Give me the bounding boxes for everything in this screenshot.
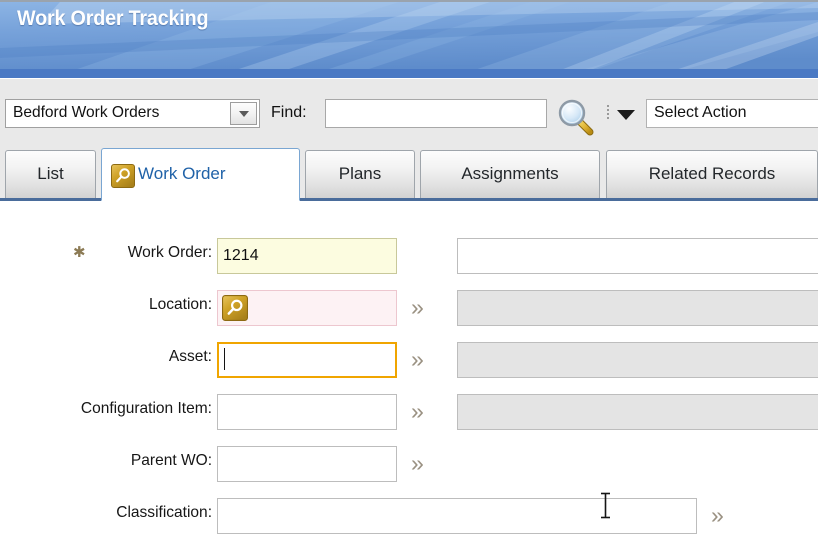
- select-action-label: Select Action: [654, 104, 747, 121]
- find-input[interactable]: [325, 99, 547, 128]
- form-row-classification: Classification: »: [0, 492, 818, 544]
- work-order-description-input[interactable]: [457, 238, 818, 274]
- app-banner: Work Order Tracking: [0, 0, 818, 80]
- field-label: Asset:: [168, 348, 212, 365]
- saved-query-value: Bedford Work Orders: [13, 104, 160, 121]
- magnifier-gold-icon-svg: [111, 164, 135, 188]
- field-label: Location:: [149, 296, 212, 313]
- location-lookup-magnifier-gold-icon[interactable]: [222, 295, 248, 321]
- field-label: Work Order:: [127, 244, 212, 261]
- work-order-input[interactable]: [217, 238, 397, 274]
- location-description-readonly: [457, 290, 818, 326]
- toolbar-separator: [607, 105, 609, 121]
- magnifier-search-icon-svg: [558, 99, 594, 136]
- magnifier-gold-icon: [111, 164, 135, 188]
- classification-input[interactable]: [217, 498, 697, 534]
- select-action-chevron-down-icon[interactable]: [617, 110, 635, 120]
- saved-query-select[interactable]: Bedford Work Orders: [5, 99, 260, 128]
- field-label: Configuration Item:: [80, 400, 212, 417]
- find-label: Find:: [271, 104, 307, 121]
- asset-input[interactable]: [217, 342, 397, 378]
- work-order-form: ✱ Work Order: Location: »: [0, 201, 818, 547]
- tab-plans[interactable]: Plans: [305, 150, 415, 198]
- form-row-configuration-item: Configuration Item: »: [0, 388, 818, 440]
- form-row-parent-wo: Parent WO: »: [0, 440, 818, 492]
- tab-label: Related Records: [648, 164, 776, 183]
- configuration-item-description-readonly: [457, 394, 818, 430]
- chevron-down-icon: [238, 110, 249, 117]
- page-title: Work Order Tracking: [17, 7, 209, 30]
- tab-label: Work Order: [138, 164, 226, 183]
- tab-work-order[interactable]: Work Order: [101, 148, 300, 201]
- form-row-asset: Asset: »: [0, 336, 818, 388]
- asset-detail-menu-double-chevron-right-icon[interactable]: »: [411, 348, 437, 372]
- location-detail-menu-double-chevron-right-icon[interactable]: »: [411, 296, 437, 320]
- form-row-location: Location: »: [0, 284, 818, 336]
- text-caret: [224, 348, 225, 370]
- parent-wo-input[interactable]: [217, 446, 397, 482]
- asset-description-readonly: [457, 342, 818, 378]
- form-row-work-order: ✱ Work Order:: [0, 232, 818, 284]
- tab-assignments[interactable]: Assignments: [420, 150, 600, 198]
- tab-related-records[interactable]: Related Records: [606, 150, 818, 198]
- tab-label: Plans: [338, 164, 382, 183]
- classification-detail-menu-double-chevron-right-icon[interactable]: »: [711, 504, 737, 528]
- configuration-item-detail-menu-double-chevron-right-icon[interactable]: »: [411, 400, 437, 424]
- tab-label: Assignments: [461, 164, 559, 183]
- magnifier-gold-icon-svg: [222, 295, 248, 321]
- select-action-menu[interactable]: Select Action: [646, 99, 818, 128]
- tab-label: List: [37, 164, 64, 183]
- parent-wo-detail-menu-double-chevron-right-icon[interactable]: »: [411, 452, 437, 476]
- search-icon[interactable]: [554, 96, 598, 136]
- saved-query-dropdown-button[interactable]: [230, 102, 257, 125]
- configuration-item-input[interactable]: [217, 394, 397, 430]
- field-label: Classification:: [116, 504, 212, 521]
- tab-list[interactable]: List: [5, 150, 96, 198]
- field-label: Parent WO:: [130, 452, 212, 469]
